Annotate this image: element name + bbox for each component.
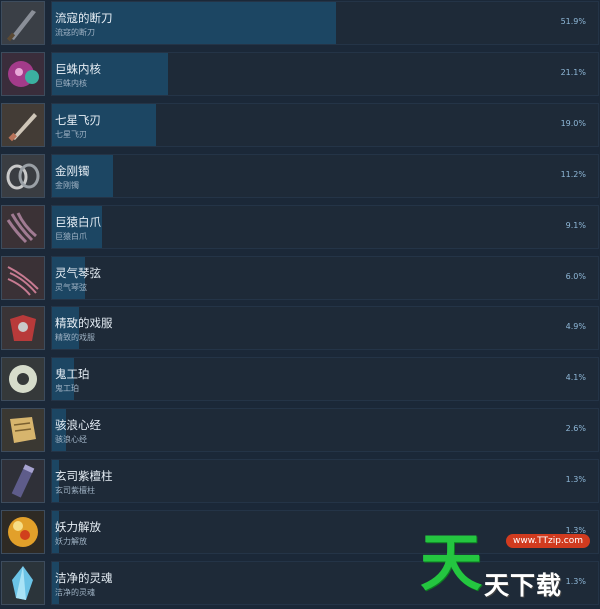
achievement-description: 洁净的灵魂 xyxy=(55,588,95,597)
achievement-row: 七星飞刃 七星飞刃 19.0% xyxy=(0,102,600,151)
achievement-name: 玄司紫檀柱 xyxy=(55,469,113,483)
achievement-name: 妖力解放 xyxy=(55,520,101,534)
achievement-name: 骇浪心经 xyxy=(55,418,101,432)
achievement-row: 灵气琴弦 灵气琴弦 6.0% xyxy=(0,255,600,304)
unlock-percentage: 11.2% xyxy=(560,170,586,179)
achievement-name: 精致的戏服 xyxy=(55,316,113,330)
bangle-icon xyxy=(1,154,45,198)
orb-icon xyxy=(1,510,45,554)
scroll-icon xyxy=(1,408,45,452)
unlock-percentage: 1.3% xyxy=(565,475,586,484)
progress-track xyxy=(51,306,599,350)
achievement-description: 七星飞刃 xyxy=(55,130,87,139)
progress-track xyxy=(51,408,599,452)
achievement-name: 七星飞刃 xyxy=(55,113,101,127)
crystal-icon xyxy=(1,561,45,605)
progress-track xyxy=(51,1,599,45)
progress-track xyxy=(51,52,599,96)
achievement-row: 巨蛛内核 巨蛛内核 21.1% xyxy=(0,51,600,100)
achievement-description: 巨猿白爪 xyxy=(55,232,87,241)
achievement-description: 精致的戏服 xyxy=(55,333,95,342)
unlock-percentage: 19.0% xyxy=(560,119,586,128)
unlock-percentage: 9.1% xyxy=(565,221,586,230)
achievement-name: 巨猿白爪 xyxy=(55,215,101,229)
progress-track xyxy=(51,205,599,249)
site-watermark: 天 天下载 www.TTzip.com xyxy=(420,530,596,602)
progress-track xyxy=(51,154,599,198)
unlock-percentage: 21.1% xyxy=(560,68,586,77)
throwing-knife-icon xyxy=(1,103,45,147)
achievement-name: 金刚镯 xyxy=(55,164,90,178)
achievement-row: 巨猿白爪 巨猿白爪 9.1% xyxy=(0,204,600,253)
achievement-description: 鬼工珀 xyxy=(55,384,79,393)
pillar-icon xyxy=(1,459,45,503)
progress-track xyxy=(51,256,599,300)
achievement-row: 骇浪心经 骇浪心经 2.6% xyxy=(0,407,600,456)
achievement-row: 流寇的断刀 流寇的断刀 51.9% xyxy=(0,0,600,49)
spider-core-icon xyxy=(1,52,45,96)
achievement-description: 妖力解放 xyxy=(55,537,87,546)
achievement-name: 流寇的断刀 xyxy=(55,11,113,25)
achievement-name: 灵气琴弦 xyxy=(55,266,101,280)
achievement-name: 洁净的灵魂 xyxy=(55,571,113,585)
achievement-description: 金刚镯 xyxy=(55,181,79,190)
progress-track xyxy=(51,103,599,147)
progress-track xyxy=(51,459,599,503)
achievement-row: 鬼工珀 鬼工珀 4.1% xyxy=(0,356,600,405)
achievement-description: 骇浪心经 xyxy=(55,435,87,444)
achievement-row: 精致的戏服 精致的戏服 4.9% xyxy=(0,305,600,354)
watermark-url: www.TTzip.com xyxy=(506,534,590,548)
achievement-row: 金刚镯 金刚镯 11.2% xyxy=(0,153,600,202)
achievement-description: 巨蛛内核 xyxy=(55,79,87,88)
claw-icon xyxy=(1,205,45,249)
achievement-row: 玄司紫檀柱 玄司紫檀柱 1.3% xyxy=(0,458,600,507)
unlock-percentage: 4.1% xyxy=(565,373,586,382)
strings-icon xyxy=(1,256,45,300)
progress-track xyxy=(51,357,599,401)
unlock-percentage: 6.0% xyxy=(565,272,586,281)
unlock-percentage: 4.9% xyxy=(565,322,586,331)
unlock-percentage: 51.9% xyxy=(560,17,586,26)
jade-ring-icon xyxy=(1,357,45,401)
watermark-logo-char: 天 xyxy=(420,526,483,599)
costume-icon xyxy=(1,306,45,350)
achievement-description: 流寇的断刀 xyxy=(55,28,95,37)
achievement-description: 玄司紫檀柱 xyxy=(55,486,95,495)
achievement-name: 巨蛛内核 xyxy=(55,62,101,76)
watermark-logo-text: 天下载 xyxy=(484,571,563,600)
broken-blade-icon xyxy=(1,1,45,45)
achievement-name: 鬼工珀 xyxy=(55,367,90,381)
unlock-percentage: 2.6% xyxy=(565,424,586,433)
achievement-description: 灵气琴弦 xyxy=(55,283,87,292)
